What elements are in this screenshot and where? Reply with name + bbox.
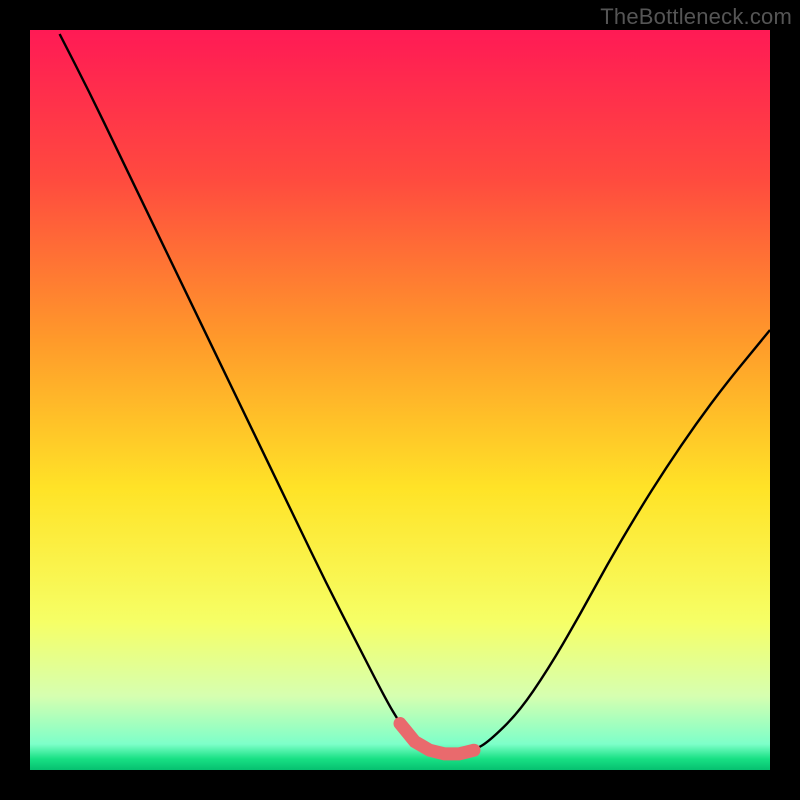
chart-frame: TheBottleneck.com (0, 0, 800, 800)
bottleneck-curve (30, 30, 770, 770)
watermark-text: TheBottleneck.com (600, 4, 792, 30)
plot-area (30, 30, 770, 770)
